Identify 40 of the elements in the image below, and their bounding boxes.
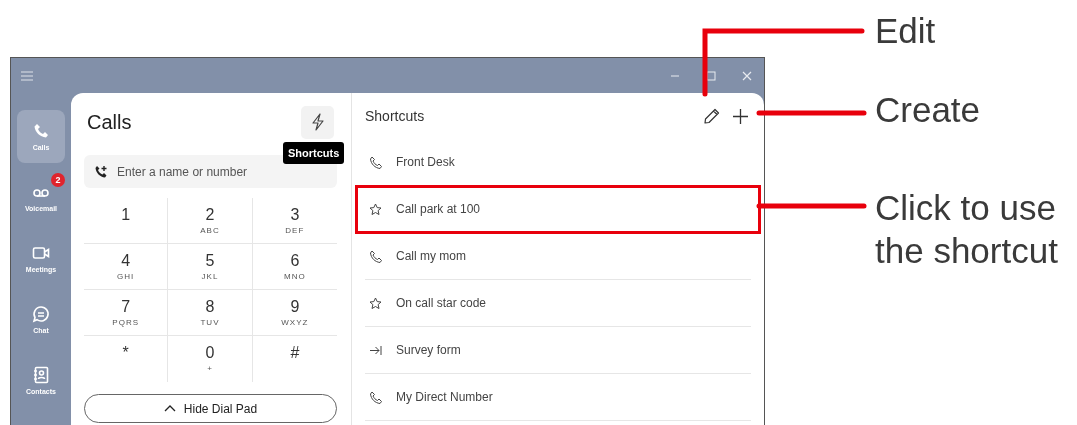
tooltip: Shortcuts — [283, 142, 345, 164]
dial-key[interactable]: 1 — [84, 198, 169, 244]
shortcut-item[interactable]: Front Desk — [365, 139, 751, 186]
panel-title: Shortcuts — [365, 108, 426, 124]
menu-icon[interactable] — [21, 70, 33, 81]
shortcut-item[interactable]: On call star code — [365, 280, 751, 327]
callout-label: Edit — [875, 10, 936, 52]
dial-key[interactable]: 7 PQRS — [84, 290, 169, 336]
shortcut-item[interactable]: My Direct Number — [365, 374, 751, 421]
chevron-up-icon — [163, 405, 176, 412]
chat-bubble-icon — [32, 305, 50, 323]
notification-badge: 2 — [51, 173, 65, 187]
shortcuts-button[interactable] — [301, 105, 334, 139]
dial-key[interactable]: 8 TUV — [168, 290, 253, 336]
dial-key[interactable]: 2 ABC — [168, 198, 253, 244]
phone-icon — [369, 155, 382, 169]
dial-key[interactable]: 5 JKL — [168, 244, 253, 290]
edit-button[interactable] — [702, 106, 722, 126]
star-icon — [369, 296, 382, 310]
contact-book-icon — [32, 366, 50, 384]
dial-key[interactable]: 6 MNO — [252, 244, 337, 290]
phone-icon — [32, 122, 50, 140]
dial-key[interactable]: 9 WXYZ — [252, 290, 337, 336]
dial-key[interactable]: 4 GHI — [84, 244, 169, 290]
dial-key[interactable]: # — [252, 336, 337, 382]
dial-key[interactable]: 0 + — [168, 336, 253, 382]
phone-icon — [369, 390, 382, 404]
hide-dial-pad-button[interactable]: Hide Dial Pad — [84, 394, 337, 423]
shortcut-item[interactable]: Call my mom — [365, 233, 751, 280]
callout-label: Create — [875, 89, 981, 131]
shortcut-item[interactable]: Call park at 100 — [356, 186, 760, 233]
callout-label: Click to use the shortcut — [875, 187, 1059, 272]
star-icon — [369, 202, 382, 216]
video-camera-icon — [32, 244, 50, 262]
arrow-to-line-icon — [369, 343, 382, 357]
shortcut-item[interactable]: Survey form — [365, 327, 751, 374]
phone-icon — [369, 249, 382, 263]
dial-key[interactable]: * — [84, 336, 169, 382]
dial-key[interactable]: 3 DEF — [252, 198, 337, 244]
panel-title: Calls — [87, 110, 132, 134]
